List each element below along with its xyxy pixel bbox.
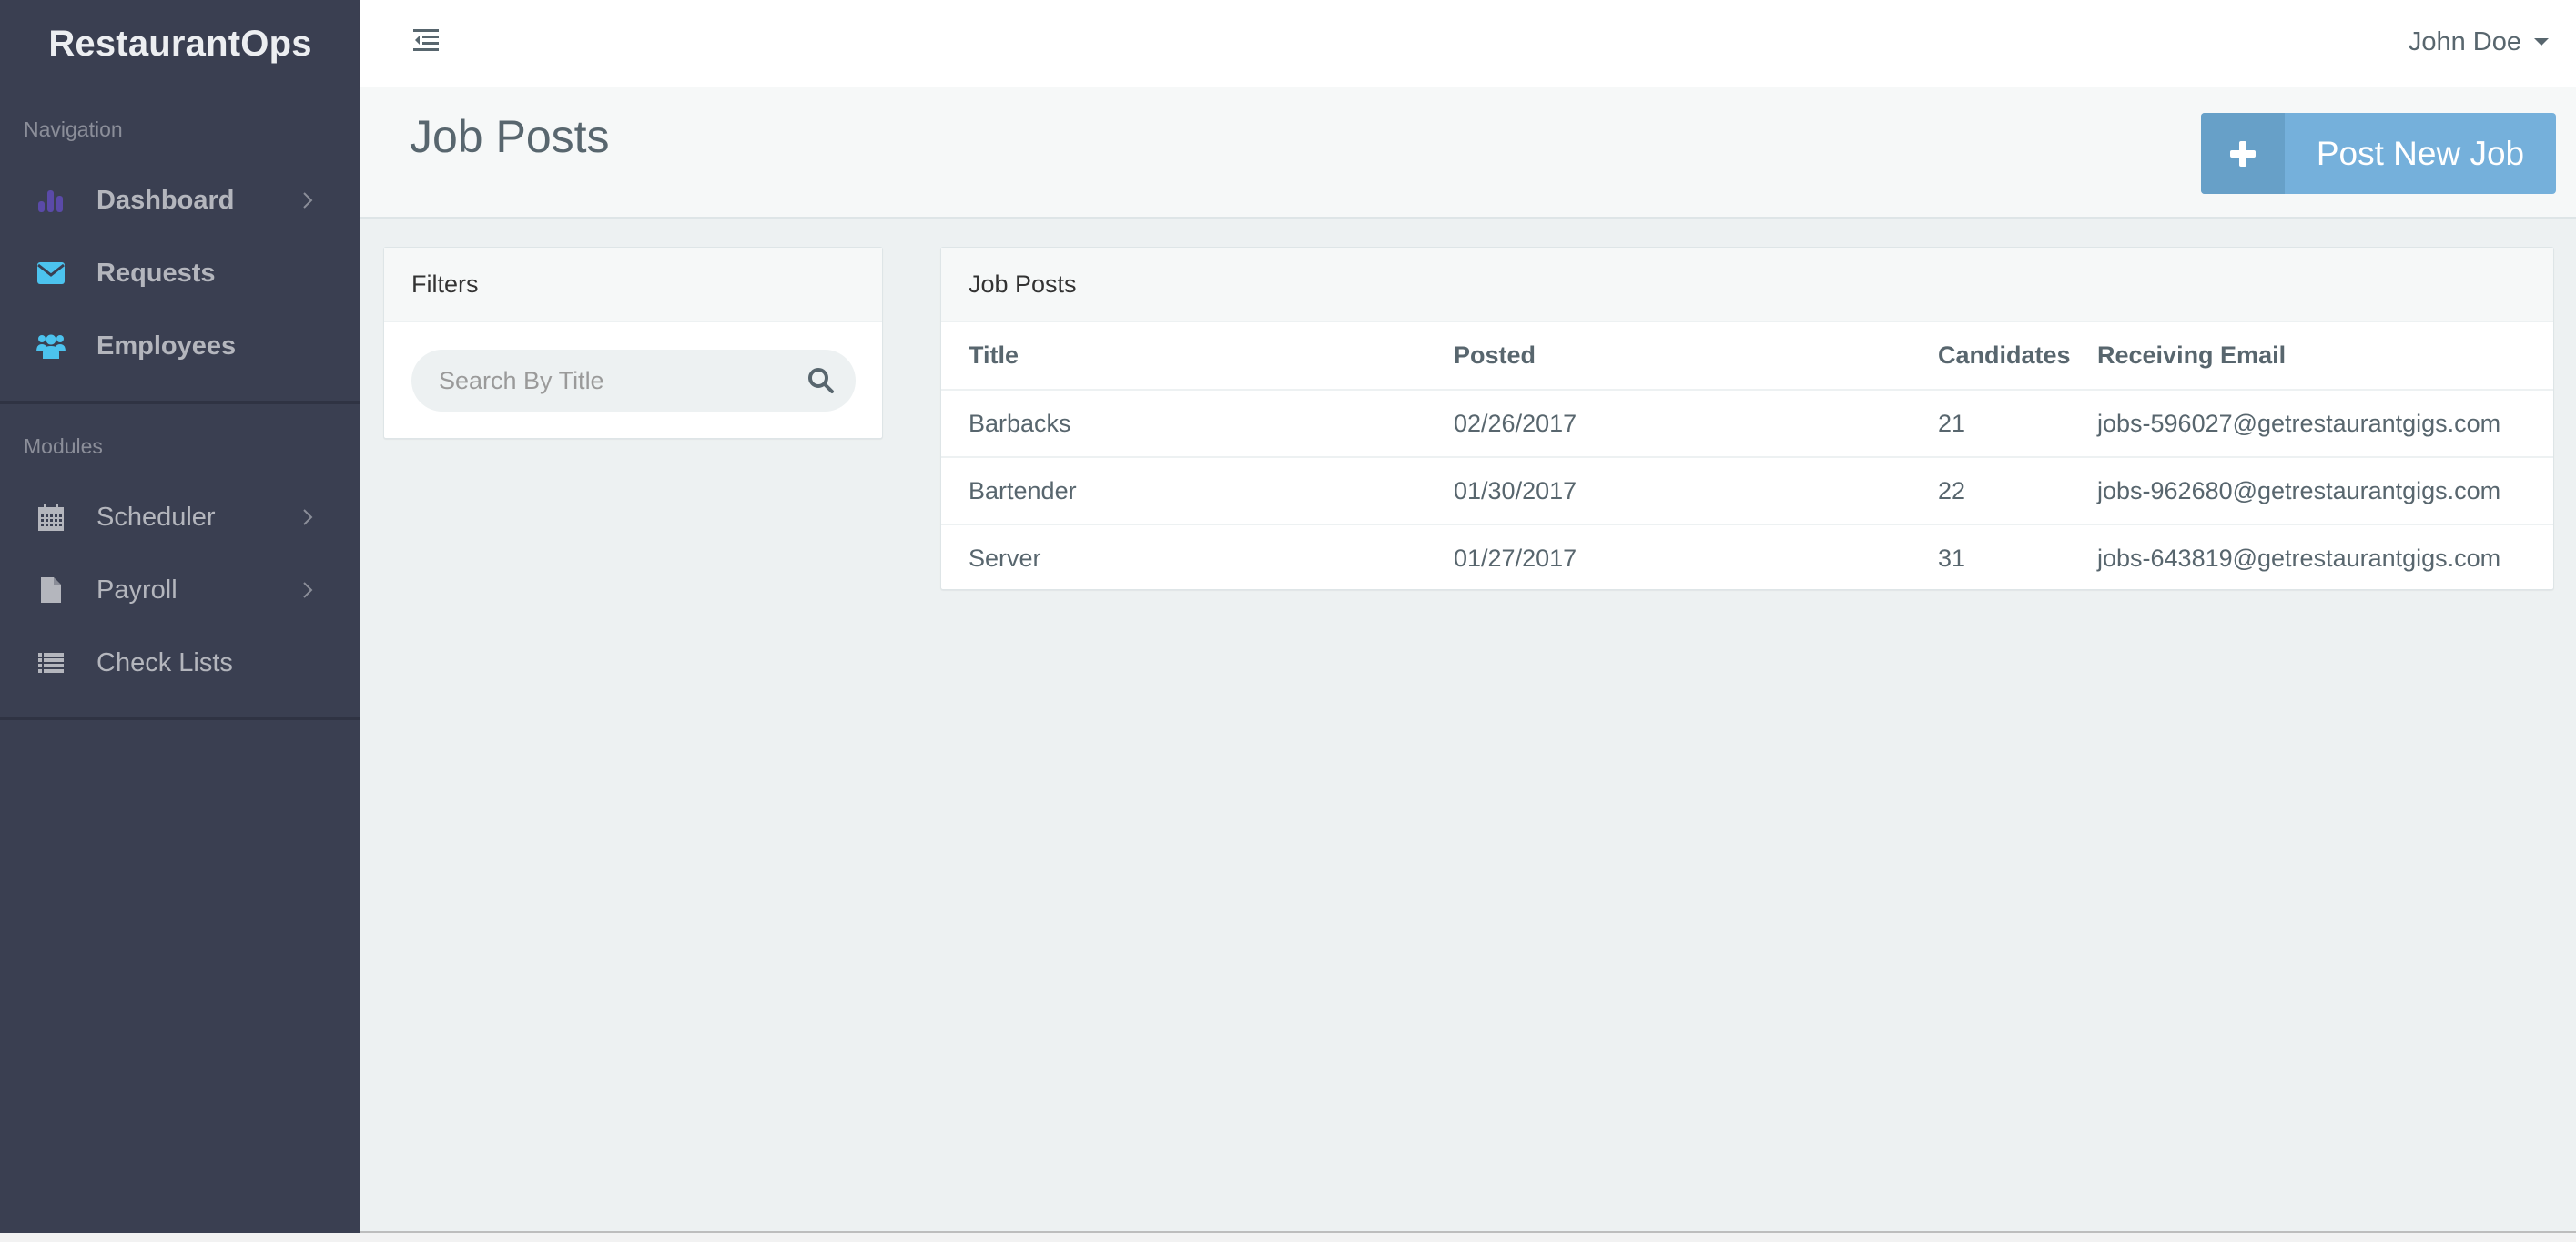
cell-candidates: 22 — [1938, 457, 2097, 525]
search-box — [411, 350, 856, 412]
sidebar-item-dashboard[interactable]: Dashboard — [0, 164, 360, 237]
sidebar-item-payroll[interactable]: Payroll — [0, 554, 360, 626]
page-header: Job Posts Post New Job — [360, 87, 2576, 219]
sidebar-section-modules: Modules — [24, 434, 103, 458]
column-header-posted[interactable]: Posted — [1454, 322, 1938, 391]
file-icon — [36, 575, 66, 605]
sidebar-section-navigation: Navigation — [24, 117, 123, 141]
page-title: Job Posts — [410, 111, 610, 162]
search-icon[interactable] — [806, 366, 836, 395]
cell-email: jobs-596027@getrestaurantgigs.com — [2097, 390, 2553, 458]
brand-logo[interactable]: RestaurantOps — [0, 0, 360, 87]
sidebar-item-employees[interactable]: Employees — [0, 310, 360, 382]
filters-panel: Filters — [383, 247, 883, 439]
table-row[interactable]: Barbacks 02/26/2017 21 jobs-596027@getre… — [941, 390, 2553, 458]
sidebar-divider — [0, 401, 360, 404]
column-header-receiving-email[interactable]: Receiving Email — [2097, 322, 2553, 391]
job-posts-heading: Job Posts — [941, 248, 2553, 322]
cell-candidates: 21 — [1938, 390, 2097, 458]
envelope-icon — [36, 259, 66, 288]
bar-chart-icon — [36, 186, 66, 215]
users-icon — [36, 331, 66, 361]
sidebar-toggle-button[interactable] — [413, 29, 442, 53]
table-row[interactable]: Server 01/27/2017 31 jobs-643819@getrest… — [941, 524, 2553, 592]
indent-icon — [413, 29, 441, 55]
cell-posted: 01/27/2017 — [1454, 545, 1577, 572]
filters-heading: Filters — [384, 248, 882, 322]
user-menu[interactable]: John Doe — [2409, 25, 2549, 58]
sidebar-item-label: Check Lists — [96, 647, 233, 677]
sidebar-item-label: Scheduler — [96, 502, 216, 532]
sidebar-item-scheduler[interactable]: Scheduler — [0, 481, 360, 554]
cell-posted: 01/30/2017 — [1454, 457, 1938, 525]
post-new-job-label: Post New Job — [2316, 134, 2525, 172]
sidebar-item-label: Requests — [96, 258, 216, 288]
chevron-right-icon — [300, 189, 315, 211]
search-by-title-input[interactable] — [439, 350, 794, 412]
table-header-row: Title Posted Candidates Receiving Email — [941, 322, 2553, 391]
chevron-right-icon — [300, 506, 315, 528]
sidebar-item-requests[interactable]: Requests — [0, 237, 360, 310]
user-name: John Doe — [2408, 26, 2521, 56]
sidebar-item-check-lists[interactable]: Check Lists — [0, 626, 360, 699]
cell-posted: 02/26/2017 — [1454, 390, 1938, 458]
sidebar-divider — [0, 717, 360, 720]
plus-icon — [2201, 113, 2285, 194]
column-header-candidates[interactable]: Candidates — [1938, 322, 2097, 391]
chevron-right-icon — [300, 579, 315, 601]
cell-email: jobs-962680@getrestaurantgigs.com — [2097, 457, 2553, 525]
list-icon — [36, 648, 66, 677]
cell-title[interactable]: Server — [941, 524, 1454, 592]
caret-down-icon — [2534, 38, 2549, 46]
cell-title[interactable]: Barbacks — [941, 390, 1454, 458]
top-header: John Doe — [360, 0, 2576, 87]
sidebar-item-label: Employees — [96, 331, 237, 361]
sidebar-item-label: Dashboard — [96, 185, 235, 215]
column-header-title[interactable]: Title — [941, 322, 1454, 391]
app-root: RestaurantOps Navigation Dashboard Reque… — [0, 0, 2576, 1233]
job-posts-table: Title Posted Candidates Receiving Email … — [941, 322, 2553, 592]
sidebar-item-label: Payroll — [96, 575, 177, 605]
post-new-job-button[interactable]: Post New Job — [2201, 113, 2556, 194]
job-posts-panel: Job Posts Title Posted Candidates Receiv… — [940, 247, 2554, 590]
cell-email: jobs-643819@getrestaurantgigs.com — [2097, 545, 2501, 572]
cell-candidates: 31 — [1938, 545, 1966, 572]
cell-title[interactable]: Bartender — [941, 457, 1454, 525]
table-row[interactable]: Bartender 01/30/2017 22 jobs-962680@getr… — [941, 457, 2553, 525]
calendar-icon — [36, 503, 66, 532]
sidebar: RestaurantOps Navigation Dashboard Reque… — [0, 0, 360, 1233]
